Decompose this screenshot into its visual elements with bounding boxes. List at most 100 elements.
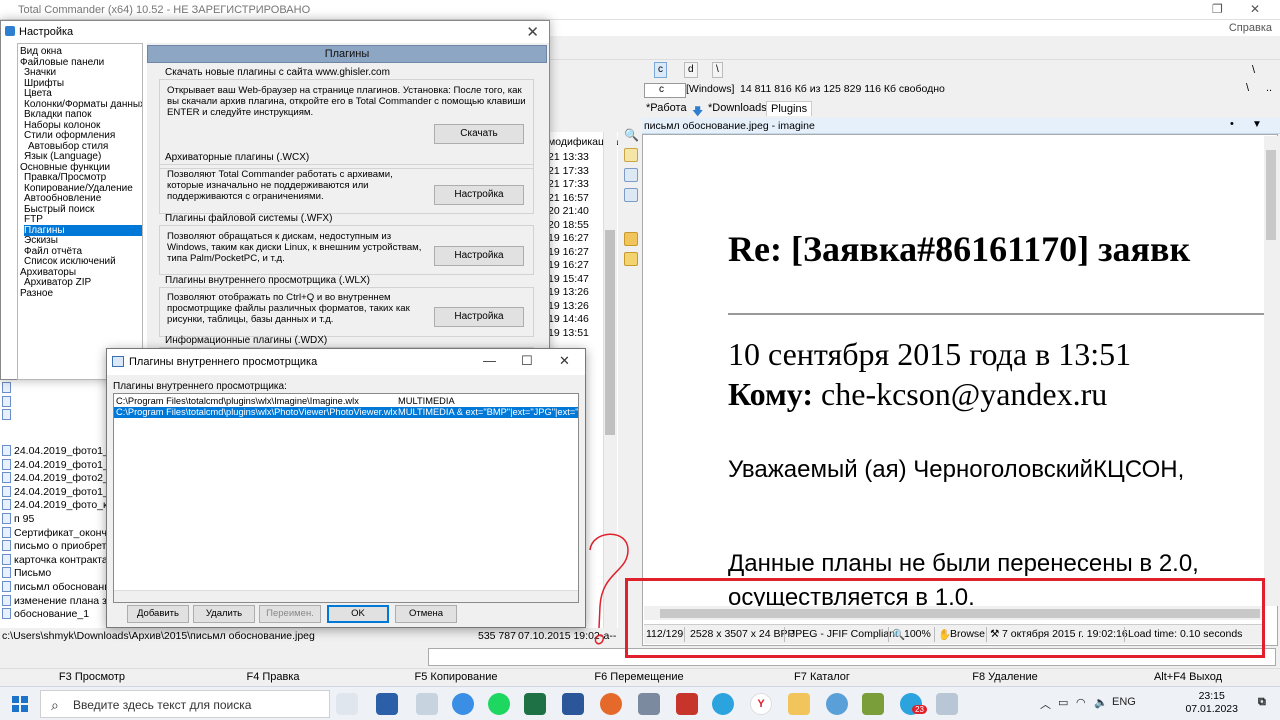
menu-help[interactable]: Справка — [1229, 22, 1272, 34]
spotify-icon[interactable] — [488, 693, 510, 715]
root-button[interactable]: \ — [1252, 64, 1255, 76]
drive-select[interactable]: c — [644, 83, 686, 98]
list-item[interactable] — [2, 382, 14, 396]
settings-tree[interactable]: Вид окна Файловые панели Значки Шрифты Цвета… — [17, 43, 143, 380]
copy-icon[interactable] — [624, 168, 638, 182]
add-button[interactable]: Добавить — [127, 605, 189, 623]
drive-c-button[interactable]: c — [654, 62, 667, 78]
tree-item[interactable]: Правка/Просмотр — [24, 172, 142, 183]
network-icon[interactable]: ▭ — [1058, 696, 1068, 709]
tree-item[interactable]: Основные функции — [20, 162, 142, 173]
drive-network-button[interactable]: \ — [712, 62, 723, 78]
list-item[interactable] — [2, 395, 14, 410]
tree-item[interactable]: Разное — [20, 288, 142, 299]
search-icon[interactable]: 🔍 — [624, 128, 639, 142]
tree-item[interactable]: FTP — [24, 214, 142, 225]
windows-start-icon[interactable] — [12, 696, 28, 712]
maximize-icon[interactable]: ☐ — [521, 353, 533, 369]
parent-link[interactable]: .. — [1266, 82, 1272, 94]
tree-item[interactable]: Архиватор ZIP — [24, 277, 142, 288]
wcx-config-button[interactable]: Настройка — [434, 185, 524, 205]
lister-sort-icon[interactable]: ▼ — [1252, 119, 1262, 130]
new-folder-icon[interactable] — [624, 232, 638, 246]
list-item[interactable]: 24.04.2019_фото_кот — [2, 499, 118, 513]
edit-icon[interactable] — [624, 148, 638, 162]
altf4-exit-button[interactable]: Alt+F4 Выход — [1098, 671, 1278, 683]
list-item[interactable]: письмл обосновани — [2, 581, 110, 595]
tree-item[interactable]: Наборы колонок — [24, 120, 142, 131]
ok-button[interactable]: OK — [327, 605, 389, 623]
word-icon[interactable] — [562, 693, 584, 715]
wfx-config-button[interactable]: Настройка — [434, 246, 524, 266]
rename-button[interactable]: Переимен. — [259, 605, 321, 623]
root-link[interactable]: \ — [1246, 82, 1249, 94]
move-icon[interactable] — [624, 188, 638, 202]
list-item[interactable] — [2, 409, 14, 423]
lister-vscroll-thumb[interactable] — [1266, 150, 1276, 240]
app-icon-5[interactable] — [862, 693, 884, 715]
tree-item[interactable]: Вид окна — [20, 46, 142, 57]
notifications-icon[interactable]: ⧉ — [1258, 696, 1266, 709]
lister-menu-icon[interactable]: • — [1230, 118, 1234, 130]
list-item[interactable]: 24.04.2019_фото2_кс — [2, 472, 119, 486]
tree-item[interactable]: Эскизы — [24, 235, 142, 246]
tree-item[interactable]: Язык (Language) — [24, 151, 142, 162]
list-item[interactable]: 24.04.2019_фото1_кс — [2, 445, 119, 459]
left-vscroll-thumb[interactable] — [605, 230, 615, 435]
add-folder-icon[interactable] — [624, 252, 638, 266]
plugins-hscroll[interactable] — [114, 590, 578, 602]
plugin-row-photoviewer[interactable]: C:\Program Files\totalcmd\plugins\wlx\Ph… — [114, 407, 578, 418]
tree-item[interactable]: Автовыбор стиля — [28, 141, 142, 152]
f7-mkdir-button[interactable]: F7 Каталог — [732, 671, 912, 683]
download-button[interactable]: Скачать — [434, 124, 524, 144]
tree-item[interactable]: Быстрый поиск — [24, 204, 142, 215]
excel-icon[interactable] — [524, 693, 546, 715]
close-icon[interactable]: ✕ — [1250, 2, 1260, 16]
tree-item[interactable]: Копирование/Удаление — [24, 183, 142, 194]
list-item[interactable]: п 95 — [2, 513, 34, 527]
tree-item[interactable]: Цвета — [24, 88, 142, 99]
list-item[interactable]: обоснование_1 — [2, 608, 89, 622]
volume-icon[interactable]: 🔈 — [1094, 696, 1108, 709]
app-icon-3[interactable] — [638, 693, 660, 715]
lister-dialog-close-icon[interactable]: ✕ — [559, 353, 570, 369]
language-indicator[interactable]: ENG — [1112, 696, 1136, 708]
remove-button[interactable]: Удалить — [193, 605, 255, 623]
tree-item[interactable]: Плагины — [24, 224, 142, 236]
list-item[interactable]: 24.04.2019_фото1_кс — [2, 458, 119, 473]
tree-item[interactable]: Автообновление — [24, 193, 142, 204]
plugins-list[interactable]: C:\Program Files\totalcmd\plugins\wlx\Im… — [113, 393, 579, 603]
telegram-icon[interactable] — [712, 693, 734, 715]
clock[interactable]: 23:15 07.01.2023 — [1185, 690, 1238, 716]
task-view-icon[interactable] — [336, 693, 358, 715]
f6-move-button[interactable]: F6 Перемещение — [549, 671, 729, 683]
app-icon-4[interactable] — [676, 693, 698, 715]
list-item[interactable]: Письмо — [2, 567, 51, 581]
firefox-icon[interactable] — [600, 693, 622, 715]
folder-icon[interactable] — [788, 693, 810, 715]
list-item[interactable]: карточка контракта — [2, 553, 108, 568]
tree-item[interactable]: Колонки/Форматы данных — [24, 99, 142, 110]
total-commander-icon[interactable] — [376, 693, 398, 715]
app-icon[interactable] — [416, 693, 438, 715]
globe-icon[interactable] — [826, 693, 848, 715]
tab-downloads[interactable]: *Downloads — [704, 101, 771, 115]
plugin-row-imagine[interactable]: C:\Program Files\totalcmd\plugins\wlx\Im… — [114, 396, 578, 407]
taskbar-search[interactable]: ⌕ Введите здесь текст для поиска — [40, 690, 330, 718]
col-header-date[interactable]: модификац — [548, 136, 604, 148]
f5-copy-button[interactable]: F5 Копирование — [366, 671, 546, 683]
tree-item[interactable]: Вкладки папок — [24, 109, 142, 120]
wifi-icon[interactable]: ◠ — [1076, 696, 1086, 709]
list-item[interactable]: 24.04.2019_фото1_се — [2, 485, 120, 500]
f3-view-button[interactable]: F3 Просмотр — [2, 671, 182, 683]
minimize-icon[interactable]: — — [483, 353, 496, 368]
image-view[interactable]: Re: [Заявка#86161170] заявк 10 сентября … — [644, 136, 1264, 606]
list-item[interactable]: Сертификат_оконча — [2, 526, 113, 541]
app-icon-2[interactable] — [452, 693, 474, 715]
tree-item[interactable]: Файловые панели — [20, 57, 142, 68]
tree-item[interactable]: Файл отчёта — [24, 246, 142, 257]
tree-item[interactable]: Шрифты — [24, 78, 142, 89]
cancel-button[interactable]: Отмена — [395, 605, 457, 623]
tab-rabota[interactable]: *Работа — [642, 101, 691, 115]
settings-close-icon[interactable]: ✕ — [526, 23, 539, 41]
